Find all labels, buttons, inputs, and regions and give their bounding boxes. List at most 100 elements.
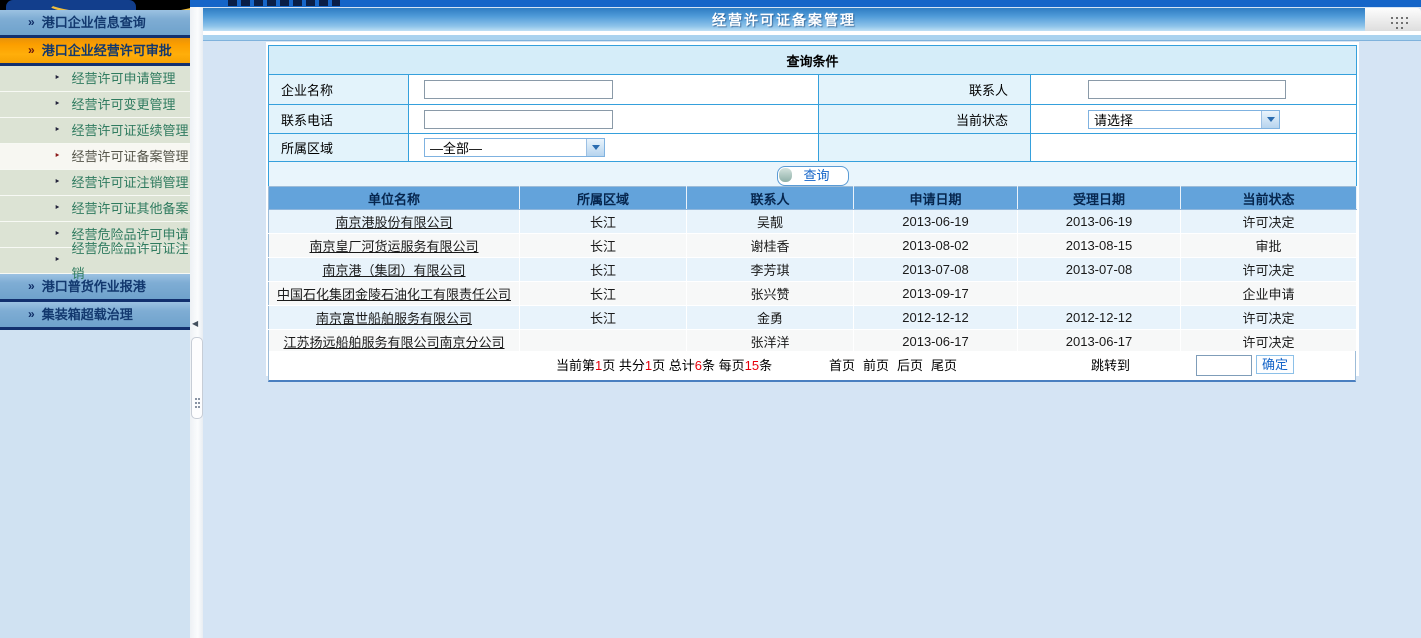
sidebar-item-经营许可申请管理[interactable]: ‣ 经营许可申请管理 <box>0 66 190 92</box>
menu-item-label: 港口企业信息查询 <box>42 10 146 35</box>
status-cell: 许可决定 <box>1181 210 1357 234</box>
accept-date-cell: 2012-12-12 <box>1018 306 1181 330</box>
contact-cell: 张洋洋 <box>687 330 854 354</box>
status-select[interactable]: 请选择 <box>1088 110 1280 129</box>
menu-item-label: 港口普货作业报港 <box>42 274 146 299</box>
collapse-arrow-icon[interactable]: ◀ <box>192 319 198 328</box>
sidebar-item-经营许可变更管理[interactable]: ‣经营许可变更管理 <box>0 92 190 118</box>
chevron-down-icon[interactable] <box>586 139 604 156</box>
chevron-down-icon[interactable] <box>1261 111 1279 128</box>
sidebar-item-经营许可证其他备案[interactable]: ‣经营许可证其他备案 <box>0 196 190 222</box>
region-cell: —全部— <box>409 134 819 162</box>
company-link[interactable]: 南京富世船舶服务有限公司 <box>316 311 472 326</box>
company-link[interactable]: 江苏扬远船舶服务有限公司南京分公司 <box>283 335 504 350</box>
menu-item-label: 经营许可证注销管理 <box>72 170 189 195</box>
pagination-text: 每页 <box>719 358 745 373</box>
pagination-links: 首页前页后页尾页 <box>829 351 965 380</box>
company-cell: 南京港（集团）有限公司 <box>269 258 520 282</box>
apply-date-cell: 2013-08-02 <box>854 234 1018 258</box>
status-label: 当前状态 <box>819 105 1031 134</box>
table-row: 南京富世船舶服务有限公司长江金勇2012-12-122012-12-12许可决定 <box>269 306 1357 330</box>
menu-item-label: 港口企业经营许可审批 <box>42 38 172 63</box>
sidebar-item-经营许可证备案管理[interactable]: ‣经营许可证备案管理 <box>0 144 190 170</box>
company-link[interactable]: 南京港股份有限公司 <box>335 215 452 230</box>
menu-item-label: 经营许可证延续管理 <box>72 118 189 143</box>
double-arrow-icon: » <box>28 274 33 299</box>
region-cell: 长江 <box>520 306 687 330</box>
column-header: 单位名称 <box>269 187 520 210</box>
column-header: 联系人 <box>687 187 854 210</box>
column-header: 受理日期 <box>1018 187 1181 210</box>
table-row: 中国石化集团金陵石油化工有限责任公司长江张兴赞2013-09-17 企业申请 <box>269 282 1357 306</box>
sidebar-splitter[interactable]: ◀ <box>190 7 203 638</box>
arrow-bullet-icon: ‣ <box>54 92 61 117</box>
jump-page-input[interactable] <box>1196 355 1252 376</box>
top-strip <box>0 0 1421 7</box>
menu-item-label: 经营许可申请管理 <box>72 66 176 91</box>
grip-dots-icon <box>1391 17 1393 19</box>
region-cell: 长江 <box>520 282 687 306</box>
pager-link-前页[interactable]: 前页 <box>863 358 889 373</box>
status-cell: 许可决定 <box>1181 258 1357 282</box>
query-form: 查询条件 企业名称 联系人 联系电话 <box>268 45 1357 190</box>
arrow-bullet-icon: ‣ <box>54 248 61 273</box>
company-name-label: 企业名称 <box>269 75 409 105</box>
contact-cell: 张兴赞 <box>687 282 854 306</box>
table-row: 南京皇厂河货运服务有限公司长江谢桂香2013-08-022013-08-15审批 <box>269 234 1357 258</box>
arrow-bullet-icon: ‣ <box>54 222 61 247</box>
query-button[interactable]: 查询 <box>777 166 849 186</box>
accept-date-cell: 2013-07-08 <box>1018 258 1181 282</box>
sidebar-group-集装箱超载治理[interactable]: »集装箱超载治理 <box>0 302 190 330</box>
query-form-title: 查询条件 <box>269 46 1357 75</box>
arrow-bullet-icon: ‣ <box>54 144 61 169</box>
company-link[interactable]: 中国石化集团金陵石油化工有限责任公司 <box>277 287 511 302</box>
company-cell: 南京港股份有限公司 <box>269 210 520 234</box>
pager-link-尾页[interactable]: 尾页 <box>931 358 957 373</box>
apply-date-cell: 2013-09-17 <box>854 282 1018 306</box>
contact-input[interactable] <box>1088 80 1286 99</box>
arrow-bullet-icon: ‣ <box>54 66 61 91</box>
double-arrow-icon: » <box>28 38 33 63</box>
jump-to-label: 跳转到 <box>1091 351 1130 380</box>
double-arrow-icon: » <box>28 10 33 35</box>
pagination-text: 条 <box>702 358 719 373</box>
phone-cell <box>409 105 819 134</box>
phone-input[interactable] <box>424 110 613 129</box>
main-area: 经营许可证备案管理 查询条件 企业名称 联系人 <box>203 7 1421 638</box>
confirm-button[interactable]: 确定 <box>1256 355 1294 374</box>
region-select[interactable]: —全部— <box>424 138 605 157</box>
content-panel: 查询条件 企业名称 联系人 联系电话 <box>266 42 1359 376</box>
status-cell: 许可决定 <box>1181 306 1357 330</box>
sidebar-group-港口企业信息查询[interactable]: » 港口企业信息查询 <box>0 10 190 38</box>
double-arrow-icon: » <box>28 302 33 327</box>
status-cell: 企业申请 <box>1181 282 1357 306</box>
company-link[interactable]: 南京皇厂河货运服务有限公司 <box>309 239 478 254</box>
accept-date-cell: 2013-08-15 <box>1018 234 1181 258</box>
scrollbar-grip-dots-icon <box>195 398 197 400</box>
empty-input-cell <box>1031 134 1357 162</box>
records-table-body: 南京港股份有限公司长江吴靓2013-06-192013-06-19许可决定南京皇… <box>269 210 1357 354</box>
pager-link-首页[interactable]: 首页 <box>829 358 855 373</box>
company-cell: 南京富世船舶服务有限公司 <box>269 306 520 330</box>
sidebar-group-港口企业经营许可审批[interactable]: » 港口企业经营许可审批 <box>0 38 190 66</box>
apply-date-cell: 2013-06-17 <box>854 330 1018 354</box>
clipped-header-text-decoration <box>228 0 340 6</box>
contact-cell: 谢桂香 <box>687 234 854 258</box>
phone-label: 联系电话 <box>269 105 409 134</box>
accept-date-cell <box>1018 282 1181 306</box>
column-header: 当前状态 <box>1181 187 1357 210</box>
arrow-bullet-icon: ‣ <box>54 170 61 195</box>
sidebar-item-经营许可证延续管理[interactable]: ‣经营许可证延续管理 <box>0 118 190 144</box>
sidebar-top-decoration <box>0 0 190 10</box>
sidebar-item-经营许可证注销管理[interactable]: ‣ 经营许可证注销管理 <box>0 170 190 196</box>
company-cell: 中国石化集团金陵石油化工有限责任公司 <box>269 282 520 306</box>
sidebar-item-经营危险品许可证注销[interactable]: ‣经营危险品许可证注销 <box>0 248 190 274</box>
apply-date-cell: 2013-06-19 <box>854 210 1018 234</box>
pagination-text: 页 <box>652 358 669 373</box>
pager-link-后页[interactable]: 后页 <box>897 358 923 373</box>
pagination-text: 页 <box>602 358 619 373</box>
company-name-input[interactable] <box>424 80 613 99</box>
company-link[interactable]: 南京港（集团）有限公司 <box>322 263 465 278</box>
contact-label: 联系人 <box>819 75 1031 105</box>
scrollbar-thumb[interactable] <box>191 337 203 419</box>
